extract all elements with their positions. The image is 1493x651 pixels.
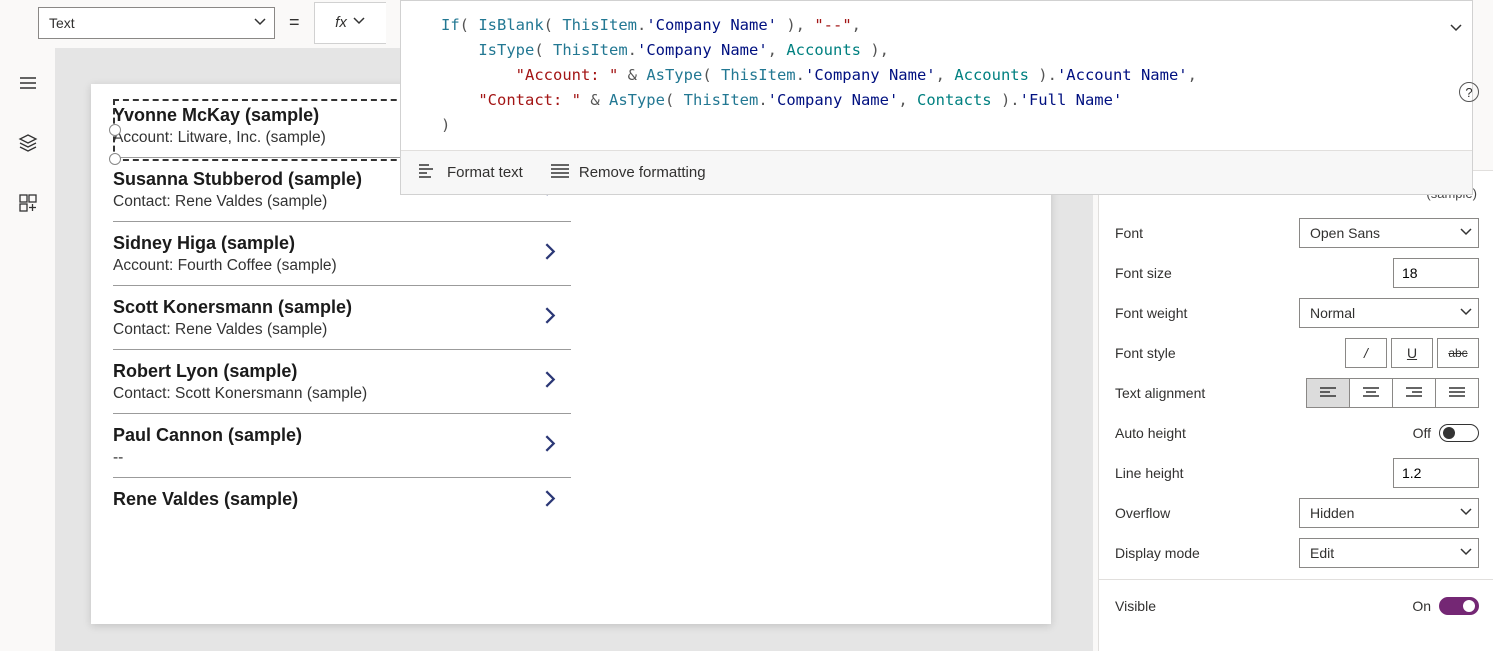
strikethrough-button[interactable]: abc: [1437, 338, 1479, 368]
insert-icon[interactable]: [18, 193, 38, 218]
list-item-subtitle: Contact: Rene Valdes (sample): [113, 321, 571, 339]
chevron-down-icon: [1460, 305, 1472, 321]
remove-formatting-icon: [551, 164, 569, 182]
chevron-down-icon: [353, 14, 365, 31]
list-item-subtitle: Contact: Scott Konersmann (sample): [113, 385, 571, 403]
formula-code[interactable]: If( IsBlank( ThisItem.'Company Name' ), …: [401, 1, 1472, 150]
list-item[interactable]: Paul Cannon (sample) --: [113, 414, 571, 478]
chevron-right-icon[interactable]: [539, 304, 561, 331]
prop-display-mode: Display mode Edit: [1115, 533, 1479, 573]
help-icon[interactable]: ?: [1459, 82, 1479, 102]
format-text-label: Format text: [447, 164, 523, 181]
list-item-title: Sidney Higa (sample): [113, 233, 571, 254]
list-item[interactable]: Sidney Higa (sample) Account: Fourth Coff…: [113, 222, 571, 286]
chevron-down-icon: [1460, 225, 1472, 241]
align-center-button[interactable]: [1349, 378, 1393, 408]
chevron-down-icon: [1460, 505, 1472, 521]
list-item[interactable]: Scott Konersmann (sample) Contact: Rene V…: [113, 286, 571, 350]
align-justify-button[interactable]: [1435, 378, 1479, 408]
font-size-input[interactable]: [1393, 258, 1479, 288]
chevron-down-icon: [1460, 545, 1472, 561]
prop-line-height: Line height: [1115, 453, 1479, 493]
display-mode-select[interactable]: Edit: [1299, 538, 1479, 568]
hamburger-icon[interactable]: [18, 73, 38, 98]
chevron-right-icon[interactable]: [539, 368, 561, 395]
prop-auto-height: Auto height Off: [1115, 413, 1479, 453]
layers-icon[interactable]: [18, 133, 38, 158]
visible-toggle[interactable]: [1439, 597, 1479, 615]
chevron-down-icon: [254, 15, 266, 31]
overflow-select[interactable]: Hidden: [1299, 498, 1479, 528]
format-text-icon: [419, 164, 437, 182]
fx-button[interactable]: fx: [314, 2, 386, 44]
chevron-right-icon[interactable]: [539, 487, 561, 514]
font-weight-select[interactable]: Normal: [1299, 298, 1479, 328]
property-selector-label: Text: [49, 15, 75, 31]
divider: [1099, 579, 1493, 580]
property-selector[interactable]: Text: [38, 7, 275, 39]
remove-formatting-button[interactable]: Remove formatting: [551, 164, 706, 182]
formula-editor[interactable]: If( IsBlank( ThisItem.'Company Name' ), …: [400, 0, 1473, 195]
prop-font-size: Font size: [1115, 253, 1479, 293]
list-item-title: Robert Lyon (sample): [113, 361, 571, 382]
chevron-right-icon[interactable]: [539, 432, 561, 459]
prop-text-align: Text alignment: [1115, 373, 1479, 413]
align-right-button[interactable]: [1392, 378, 1436, 408]
prop-overflow: Overflow Hidden: [1115, 493, 1479, 533]
italic-button[interactable]: /: [1345, 338, 1387, 368]
prop-font-weight: Font weight Normal: [1115, 293, 1479, 333]
list-item-subtitle: --: [113, 449, 571, 467]
prop-font: Font Open Sans: [1115, 213, 1479, 253]
fx-label: fx: [335, 14, 347, 31]
font-select[interactable]: Open Sans: [1299, 218, 1479, 248]
line-height-input[interactable]: [1393, 458, 1479, 488]
list-item-title: Rene Valdes (sample): [113, 489, 571, 510]
properties-panel: (sample) Font Open Sans Font size Font w…: [1098, 170, 1493, 651]
chevron-right-icon[interactable]: [539, 240, 561, 267]
underline-button[interactable]: U: [1391, 338, 1433, 368]
list-item-title: Paul Cannon (sample): [113, 425, 571, 446]
list-item[interactable]: Rene Valdes (sample): [113, 478, 571, 523]
prop-visible: Visible On: [1115, 586, 1479, 626]
collapse-formula-icon[interactable]: [1450, 21, 1462, 39]
format-text-button[interactable]: Format text: [419, 164, 523, 182]
remove-formatting-label: Remove formatting: [579, 164, 706, 181]
list-item[interactable]: Robert Lyon (sample) Contact: Scott Koner…: [113, 350, 571, 414]
list-item-subtitle: Account: Fourth Coffee (sample): [113, 257, 571, 275]
equals-sign: =: [289, 12, 300, 33]
align-left-button[interactable]: [1306, 378, 1350, 408]
left-nav: [0, 48, 55, 651]
auto-height-toggle[interactable]: [1439, 424, 1479, 442]
formula-toolbar: Format text Remove formatting: [401, 150, 1472, 194]
list-item-subtitle: Contact: Rene Valdes (sample): [113, 193, 571, 211]
prop-font-style: Font style / U abc: [1115, 333, 1479, 373]
list-item-title: Scott Konersmann (sample): [113, 297, 571, 318]
